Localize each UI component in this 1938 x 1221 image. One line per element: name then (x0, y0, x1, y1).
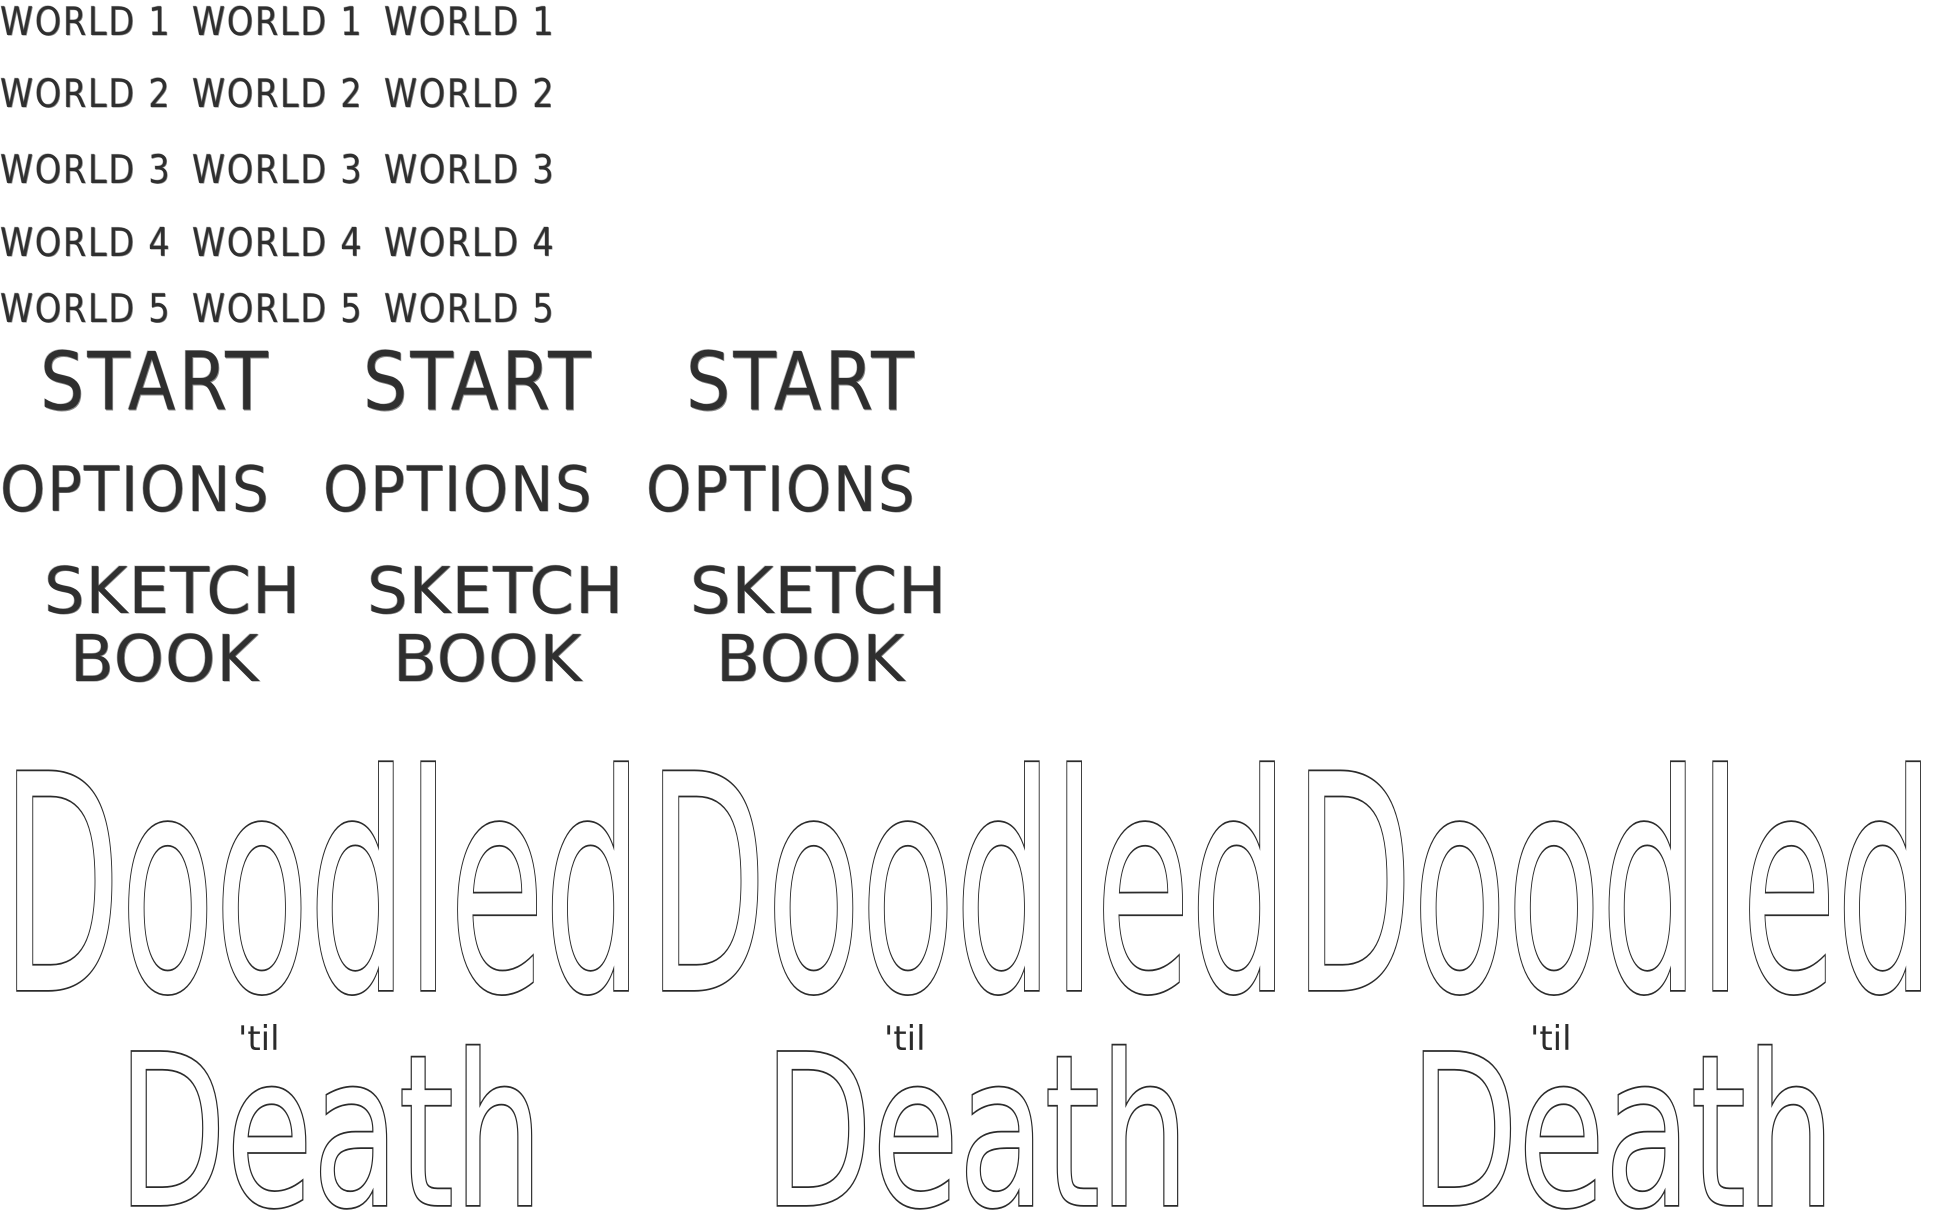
sketchbook-label-line1: SKETCH (690, 555, 948, 629)
options-button-pressed[interactable]: OPTIONS (646, 453, 946, 526)
game-logo-art: Doodled 'til Death (1292, 710, 1936, 1221)
logo-subtitle: Death (764, 1010, 1189, 1217)
logo-title: Doodled (2, 712, 642, 1061)
options-row: OPTIONS OPTIONS OPTIONS (0, 449, 969, 529)
start-row: START START START (0, 335, 969, 429)
logo-subtitle: Death (118, 1010, 543, 1217)
sketchbook-label-line2: BOOK (716, 623, 906, 697)
logo-title: Doodled (648, 712, 1288, 1061)
sketchbook-button-pressed[interactable]: SKETCH BOOK (646, 555, 969, 705)
sketchbook-button[interactable]: SKETCH BOOK (0, 555, 323, 705)
options-button-hover[interactable]: OPTIONS (323, 453, 623, 526)
world-4-button-hover[interactable]: WORLD 4 (192, 221, 362, 266)
start-button[interactable]: START (0, 335, 323, 429)
world-1-button[interactable]: WORLD 1 (0, 0, 170, 45)
world-5-row: WORLD 5 WORLD 5 WORLD 5 (0, 279, 576, 339)
world-3-button-pressed[interactable]: WORLD 3 (384, 148, 554, 193)
world-4-button[interactable]: WORLD 4 (0, 221, 170, 266)
game-logo-art: Doodled 'til Death (0, 710, 644, 1221)
start-button-pressed[interactable]: START (646, 335, 969, 429)
world-4-button-pressed[interactable]: WORLD 4 (384, 221, 554, 266)
world-4-row: WORLD 4 WORLD 4 WORLD 4 (0, 213, 576, 273)
world-5-button-hover[interactable]: WORLD 5 (192, 287, 362, 332)
world-5-button-pressed[interactable]: WORLD 5 (384, 287, 554, 332)
game-logo: Doodled 'til Death (0, 700, 646, 1221)
world-1-button-pressed[interactable]: WORLD 1 (384, 0, 554, 45)
world-2-button[interactable]: WORLD 2 (0, 72, 170, 117)
world-2-row: WORLD 2 WORLD 2 WORLD 2 (0, 64, 576, 124)
world-1-row: WORLD 1 WORLD 1 WORLD 1 (0, 0, 576, 52)
world-3-button-hover[interactable]: WORLD 3 (192, 148, 362, 193)
sketchbook-label-line2: BOOK (70, 623, 260, 697)
world-5-button[interactable]: WORLD 5 (0, 287, 170, 332)
sprite-sheet: WORLD 1 WORLD 1 WORLD 1 WORLD 2 WORLD 2 … (0, 0, 1938, 1221)
game-logo-art: Doodled 'til Death (646, 710, 1290, 1221)
world-3-button[interactable]: WORLD 3 (0, 148, 170, 193)
options-button[interactable]: OPTIONS (0, 453, 300, 526)
sketchbook-row: SKETCH BOOK SKETCH BOOK SKETCH BOOK (0, 555, 969, 705)
logo-subtitle: Death (1410, 1010, 1835, 1217)
sketchbook-label-line2: BOOK (393, 623, 583, 697)
game-logo-variant-2: Doodled 'til Death (646, 700, 1292, 1221)
world-1-button-hover[interactable]: WORLD 1 (192, 0, 362, 45)
game-logo-variant-3: Doodled 'til Death (1292, 700, 1938, 1221)
world-2-button-pressed[interactable]: WORLD 2 (384, 72, 554, 117)
world-2-button-hover[interactable]: WORLD 2 (192, 72, 362, 117)
sketchbook-label-line1: SKETCH (44, 555, 302, 629)
world-3-row: WORLD 3 WORLD 3 WORLD 3 (0, 140, 576, 200)
logo-title: Doodled (1294, 712, 1934, 1061)
sketchbook-label-line1: SKETCH (367, 555, 625, 629)
start-button-hover[interactable]: START (323, 335, 646, 429)
logo-row: Doodled 'til Death Doodled 'til Death Do… (0, 700, 1938, 1221)
sketchbook-button-hover[interactable]: SKETCH BOOK (323, 555, 646, 705)
